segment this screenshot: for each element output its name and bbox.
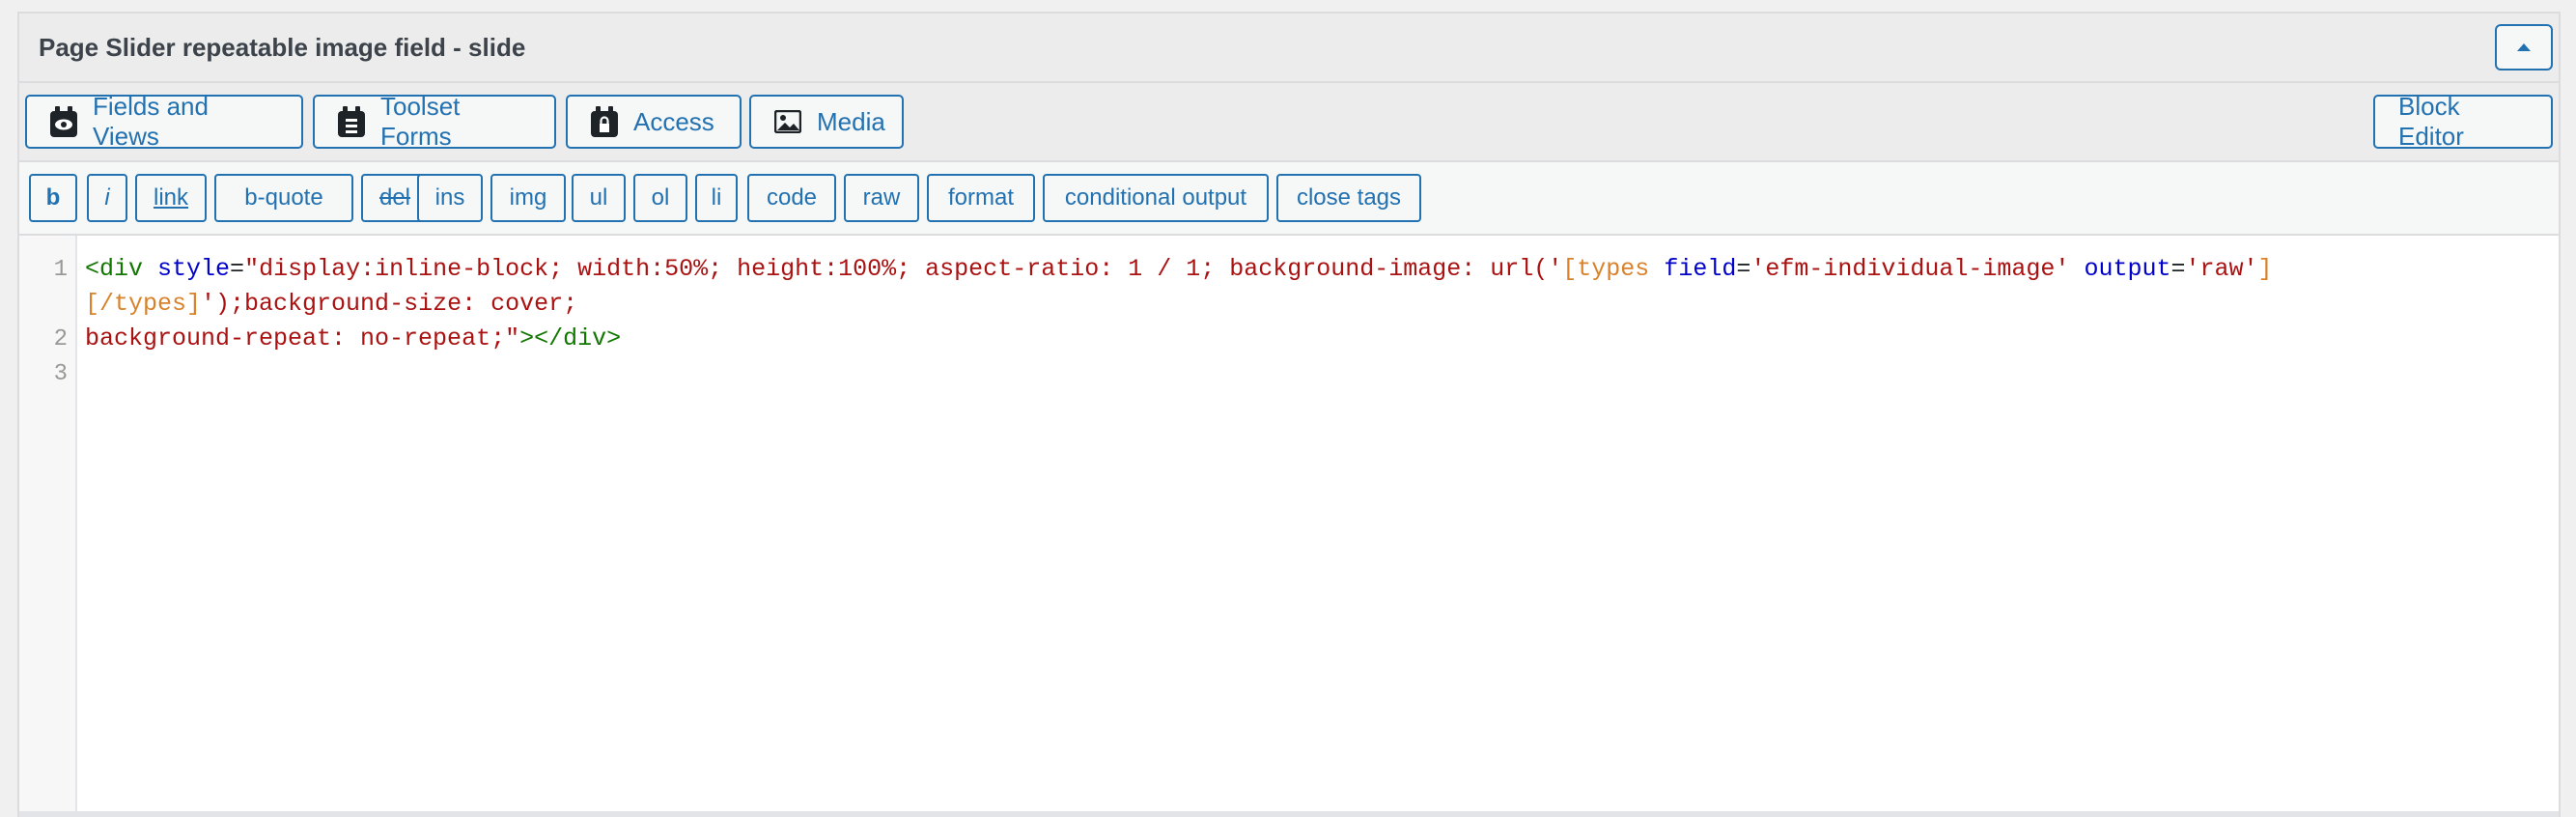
block-editor-label: Block Editor bbox=[2398, 92, 2464, 151]
quicktag-conditional-output-button[interactable]: conditional output bbox=[1043, 174, 1269, 222]
code-token: field bbox=[1664, 255, 1737, 283]
access-button[interactable]: Access bbox=[566, 95, 742, 149]
fields-and-views-button[interactable]: Fields and Views bbox=[25, 92, 303, 151]
fields-and-views-label: Fields and Views bbox=[93, 92, 209, 151]
media-button[interactable]: Media bbox=[749, 95, 904, 149]
toolset-forms-label: Toolset Forms bbox=[380, 92, 461, 151]
quicktag-ol-button[interactable]: ol bbox=[633, 174, 687, 222]
code-token: [/types] bbox=[85, 290, 202, 318]
quicktag-code-button[interactable]: code bbox=[747, 174, 836, 222]
quicktag-close-tags-button[interactable]: close tags bbox=[1276, 174, 1421, 222]
custom-template-panel: Page Slider repeatable image field - sli… bbox=[17, 12, 2561, 817]
quicktag-bquote-button[interactable]: b-quote bbox=[214, 174, 353, 222]
toolset-forms-button[interactable]: Toolset Forms bbox=[313, 92, 556, 151]
code-editor[interactable]: 1 2 3 <div style="display:inline-block; … bbox=[19, 236, 2559, 817]
quicktag-raw-button[interactable]: raw bbox=[844, 174, 919, 222]
block-editor-button[interactable]: Block Editor bbox=[2373, 92, 2553, 151]
code-token: [types bbox=[1562, 255, 1650, 283]
line-number: 3 bbox=[53, 361, 68, 387]
code-line-1: <div style="display:inline-block; width:… bbox=[85, 255, 2273, 283]
quicktag-li-button[interactable]: li bbox=[695, 174, 738, 222]
code-token: 'efm-individual-image' bbox=[1750, 255, 2070, 283]
quicktag-format-button[interactable]: format bbox=[927, 174, 1035, 222]
code-token: = bbox=[230, 255, 245, 283]
code-token: = bbox=[2170, 255, 2186, 283]
quicktag-link-button[interactable]: link bbox=[135, 174, 207, 222]
collapse-button[interactable] bbox=[2495, 24, 2553, 70]
code-line-1-wrap: [/types]');background-size: cover; bbox=[85, 290, 577, 318]
media-icon bbox=[774, 110, 801, 133]
quicktags-toolbar: b i link b-quote del ins img ul ol li co… bbox=[19, 162, 2559, 236]
quicktag-ul-button[interactable]: ul bbox=[572, 174, 626, 222]
line-number: 2 bbox=[53, 326, 68, 352]
code-token: = bbox=[1736, 255, 1751, 283]
fields-views-icon bbox=[50, 106, 77, 137]
code-token: style bbox=[157, 255, 231, 283]
code-token: 'raw' bbox=[2185, 255, 2258, 283]
line-number: 1 bbox=[53, 257, 68, 283]
access-label: Access bbox=[633, 106, 714, 136]
code-token: output bbox=[2084, 255, 2171, 283]
line-number-gutter: 1 2 3 bbox=[19, 236, 77, 817]
media-label: Media bbox=[817, 106, 885, 136]
quicktag-italic-button[interactable]: i bbox=[87, 174, 127, 222]
code-token: ');background-size: cover; bbox=[201, 290, 578, 318]
panel-header: Page Slider repeatable image field - sli… bbox=[19, 14, 2559, 83]
code-token: ] bbox=[2257, 255, 2273, 283]
code-token: background-repeat: no-repeat;" bbox=[85, 324, 520, 352]
code-token: <div bbox=[85, 255, 144, 283]
quicktag-img-button[interactable]: img bbox=[490, 174, 566, 222]
code-line-2: background-repeat: no-repeat;"></div> bbox=[85, 324, 621, 352]
horizontal-scrollbar[interactable] bbox=[19, 811, 2559, 817]
quicktag-bold-button[interactable]: b bbox=[29, 174, 77, 222]
code-token: "display:inline-block; width:50%; height… bbox=[244, 255, 1563, 283]
lock-icon bbox=[591, 106, 618, 137]
editor-toolbar: Fields and Views Toolset Forms Access Me… bbox=[19, 83, 2559, 162]
triangle-up-icon bbox=[2517, 43, 2531, 51]
code-token: ></div> bbox=[519, 324, 622, 352]
panel-title: Page Slider repeatable image field - sli… bbox=[39, 33, 526, 62]
quicktag-ins-button[interactable]: ins bbox=[417, 174, 483, 222]
forms-icon bbox=[338, 106, 365, 137]
